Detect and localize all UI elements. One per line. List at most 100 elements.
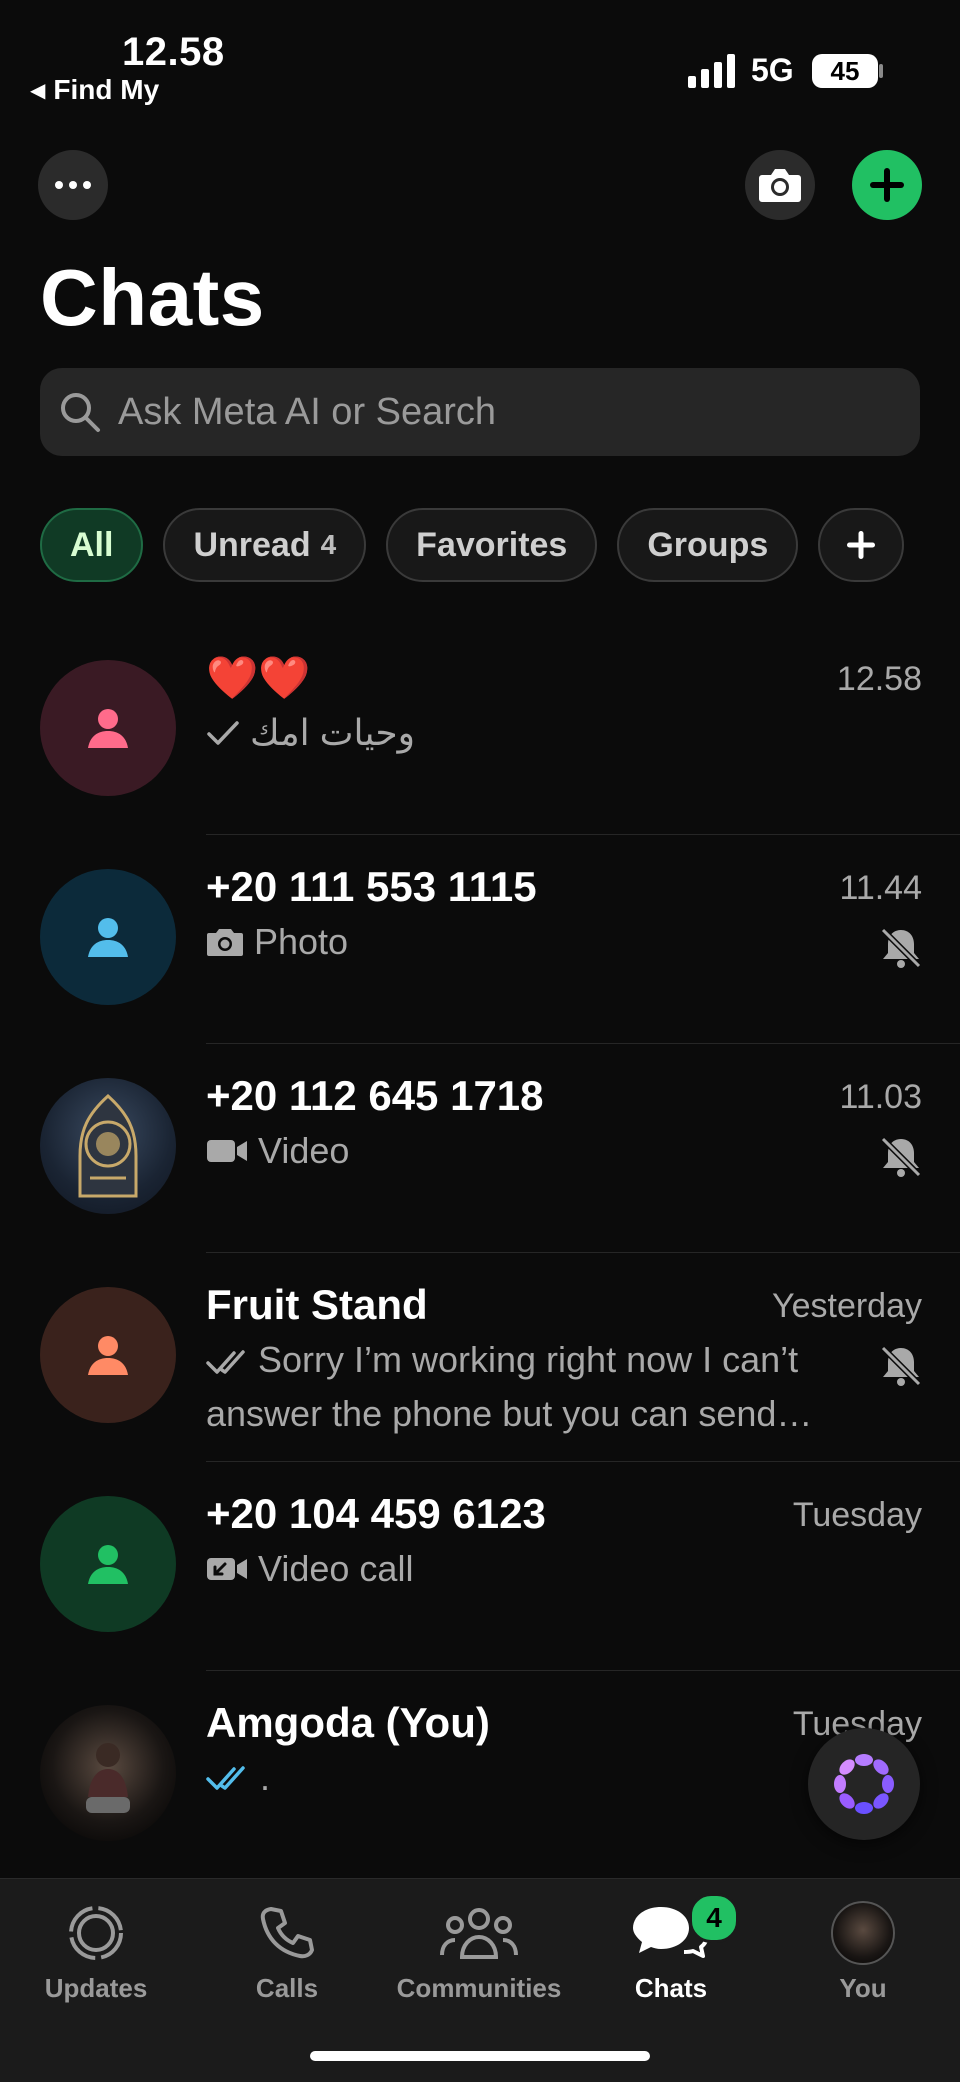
ornament-avatar-image (78, 1093, 138, 1198)
video-icon (207, 1140, 247, 1162)
filter-unread[interactable]: Unread 4 (163, 508, 367, 582)
preview-text: وحيات امك (250, 712, 415, 753)
chat-time: 11.03 (839, 1078, 922, 1116)
chat-time: Yesterday (772, 1287, 922, 1325)
chat-time: 11.44 (839, 869, 922, 907)
back-to-app-link[interactable]: ◀ Find My (30, 74, 159, 106)
chat-preview: Video (206, 1124, 846, 1178)
unread-badge: 4 (689, 1893, 739, 1943)
battery-level: 45 (830, 55, 860, 86)
search-input[interactable] (116, 389, 900, 435)
chat-list: ❤️❤️ 12.58 وحيات امك +20 111 553 1115 11… (0, 626, 960, 1880)
person-icon (88, 709, 128, 748)
profile-avatar (831, 1901, 895, 1965)
tab-chats[interactable]: 4 Chats (581, 1893, 761, 2004)
chat-preview: . (206, 1751, 846, 1805)
chat-name: ❤️❤️ (206, 654, 311, 701)
battery-cap (879, 64, 883, 78)
camera-icon (759, 169, 801, 202)
new-chat-button[interactable] (852, 150, 922, 220)
chat-row[interactable]: +20 112 645 1718 11.03 Video (0, 1044, 960, 1253)
tab-communities[interactable]: Communities (389, 1897, 569, 2004)
chat-preview: Photo (206, 915, 846, 969)
chat-preview: وحيات امك (206, 706, 846, 760)
back-arrow-icon: ◀ (30, 79, 46, 102)
chat-row[interactable]: +20 104 459 6123 Tuesday Video call (0, 1462, 960, 1671)
page-title: Chats (40, 253, 265, 342)
unread-count: 4 (320, 529, 337, 560)
avatar (40, 869, 176, 1005)
battery-icon: 45 (812, 54, 878, 88)
filter-label: Groups (647, 525, 769, 564)
muted-bell-icon (880, 1136, 922, 1178)
filter-chips: All Unread 4 Favorites Groups (40, 508, 905, 586)
filter-favorites[interactable]: Favorites (386, 508, 598, 582)
chat-name: Amgoda (You) (206, 1699, 490, 1746)
more-icon (55, 181, 63, 189)
tab-icon-wrap (197, 1897, 377, 1969)
chat-name: +20 104 459 6123 (206, 1490, 546, 1537)
tab-label: Calls (255, 1973, 319, 2003)
avatar (40, 1078, 176, 1214)
avatar (40, 1287, 176, 1423)
profile-photo-avatar (86, 1743, 130, 1813)
tab-icon-wrap: 4 (581, 1893, 761, 1969)
tab-label: Communities (396, 1973, 562, 2003)
plus-icon (870, 168, 904, 202)
tab-calls[interactable]: Calls (197, 1897, 377, 2004)
chat-time: 12.58 (836, 660, 922, 698)
chat-row[interactable]: Fruit Stand Yesterday Sorry I’m working … (0, 1253, 960, 1462)
more-icon-dot (83, 181, 91, 189)
communities-icon (440, 1908, 518, 1959)
person-icon (88, 1545, 128, 1584)
camera-button[interactable] (745, 150, 815, 220)
preview-text: Video call (258, 1548, 414, 1589)
preview-text: Sorry I’m working right now I can’t answ… (206, 1339, 813, 1434)
double-check-icon (206, 1350, 245, 1374)
search-icon (61, 393, 100, 432)
tab-label: Chats (634, 1973, 708, 2003)
filter-all[interactable]: All (40, 508, 144, 582)
muted-bell-icon (880, 927, 922, 969)
meta-ai-icon (834, 1754, 894, 1814)
avatar (40, 1496, 176, 1632)
chat-preview: Sorry I’m working right now I can’t answ… (206, 1333, 846, 1441)
more-icon-dot (69, 181, 77, 189)
chat-name: Fruit Stand (206, 1281, 428, 1328)
chat-row[interactable]: +20 111 553 1115 11.44 Photo (0, 835, 960, 1044)
search-bar[interactable] (40, 368, 920, 456)
filter-label: All (70, 525, 114, 564)
updates-icon (69, 1906, 123, 1960)
tab-label: Updates (44, 1973, 148, 2003)
home-indicator (310, 2051, 650, 2061)
chat-row[interactable]: ❤️❤️ 12.58 وحيات امك (0, 626, 960, 835)
more-options-button[interactable] (38, 150, 108, 220)
chat-name: +20 112 645 1718 (206, 1072, 544, 1119)
signal-icon (688, 54, 735, 88)
tab-bar: Updates Calls Communities 4 Chats You (0, 1878, 960, 2082)
preview-text: Photo (254, 921, 349, 962)
double-check-read-icon (206, 1766, 245, 1790)
status-bar: 12.58 ◀ Find My 5G 45 (0, 0, 960, 120)
meta-ai-button[interactable] (808, 1728, 920, 1840)
filter-label: Unread (193, 525, 311, 564)
avatar (40, 660, 176, 796)
person-icon (88, 918, 128, 957)
person-icon (88, 1336, 128, 1375)
add-filter-button[interactable] (818, 508, 905, 582)
filter-label: Favorites (416, 525, 568, 564)
tab-icon-wrap (6, 1897, 186, 1969)
plus-icon (847, 531, 876, 559)
tab-icon-wrap (389, 1897, 569, 1969)
preview-text: . (260, 1757, 271, 1798)
tab-label: You (839, 1973, 887, 2003)
phone-icon (260, 1907, 314, 1959)
tab-updates[interactable]: Updates (6, 1897, 186, 2004)
tab-you[interactable]: You (773, 1897, 953, 2004)
chat-preview: Video call (206, 1542, 846, 1596)
status-time: 12.58 (122, 30, 225, 74)
avatar (40, 1705, 176, 1841)
preview-text: Video (258, 1130, 350, 1171)
chat-time: Tuesday (792, 1496, 922, 1534)
filter-groups[interactable]: Groups (617, 508, 799, 582)
